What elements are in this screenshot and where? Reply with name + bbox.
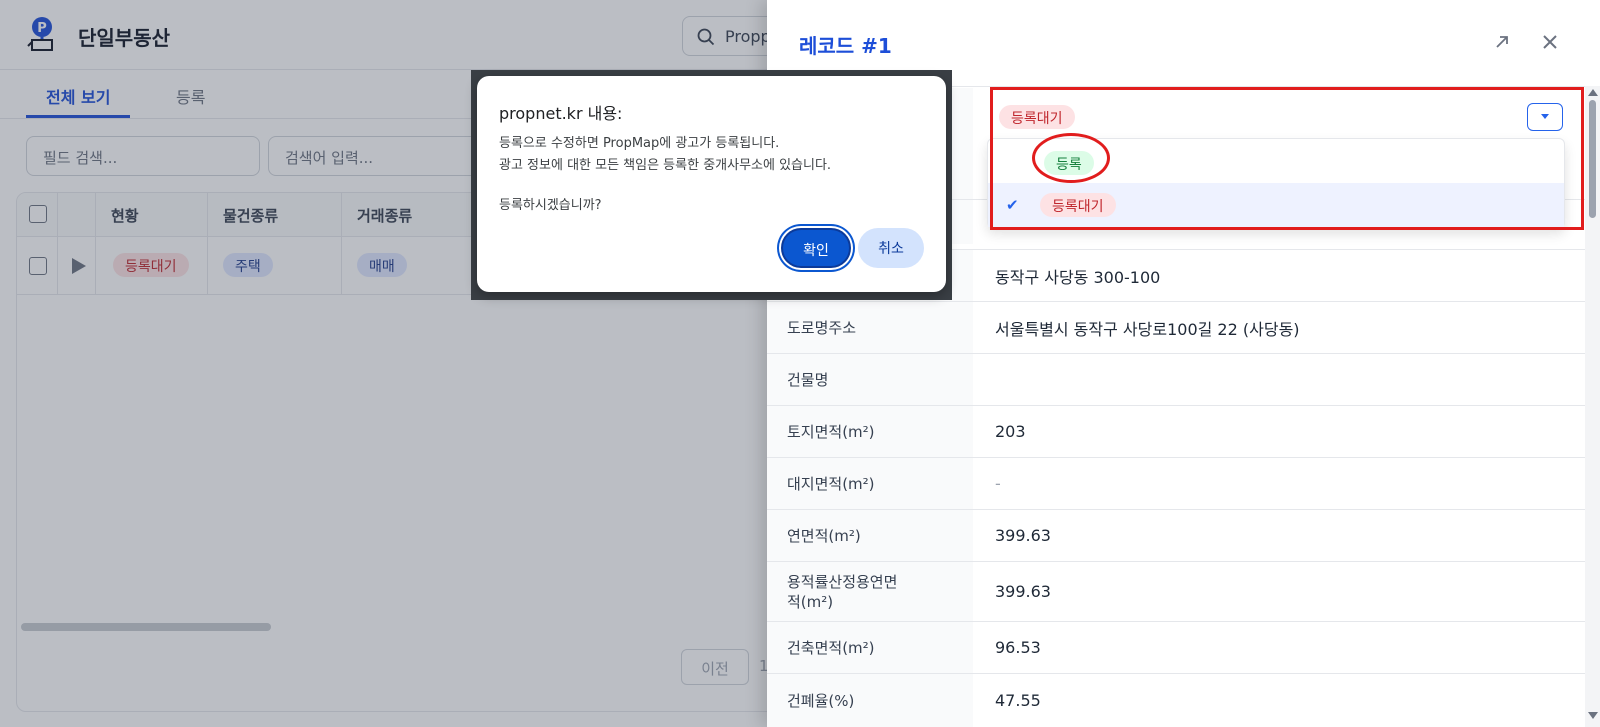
field-row-far-floor-area: 용적률산정용연면 적(m²) 399.63: [767, 562, 1585, 622]
scroll-down-icon[interactable]: [1588, 712, 1598, 719]
field-value[interactable]: 서울특별시 동작구 사당로100길 22 (사당동): [995, 302, 1300, 353]
field-label: 도로명주소: [767, 302, 973, 353]
field-label: 용적률산정용연면 적(m²): [767, 562, 973, 621]
field-row-building-name: 건물명: [767, 354, 1585, 406]
vertical-scrollbar-thumb[interactable]: [1589, 100, 1596, 218]
confirm-cancel-button[interactable]: 취소: [858, 228, 924, 268]
field-label: 건물명: [767, 354, 973, 405]
field-label: 연면적(m²): [767, 510, 973, 561]
close-icon[interactable]: [1540, 32, 1560, 52]
dialog-message-line: 등록하시겠습니까?: [499, 198, 602, 213]
annotation-highlight-ellipse: [1032, 133, 1110, 183]
field-row-total-floor-area: 연면적(m²) 399.63: [767, 510, 1585, 562]
field-value[interactable]: 동작구 사당동 300-100: [995, 250, 1160, 301]
confirm-dialog: propnet.kr 내용: 등록으로 수정하면 PropMap에 광고가 등록…: [477, 76, 946, 292]
field-label: 대지면적(m²): [767, 458, 973, 509]
dialog-message-line: 등록으로 수정하면 PropMap에 광고가 등록됩니다.: [499, 136, 780, 151]
field-row-building-area: 건축면적(m²) 96.53: [767, 622, 1585, 674]
dialog-message-line: 광고 정보에 대한 모든 책임은 등록한 중개사무소에 있습니다.: [499, 158, 832, 173]
field-label: 건축면적(m²): [767, 622, 973, 673]
field-row-road-address: 도로명주소 서울특별시 동작구 사당로100길 22 (사당동): [767, 302, 1585, 354]
field-label: 건폐율(%): [767, 674, 973, 727]
field-row-land-area: 토지면적(m²) 203: [767, 406, 1585, 458]
field-row-site-area: 대지면적(m²) -: [767, 458, 1585, 510]
field-row-coverage-ratio: 건폐율(%) 47.55: [767, 674, 1585, 727]
field-value[interactable]: 399.63: [995, 510, 1051, 561]
field-value[interactable]: 47.55: [995, 674, 1041, 727]
confirm-ok-button[interactable]: 확인: [781, 228, 851, 268]
field-value[interactable]: 399.63: [995, 562, 1051, 621]
open-external-icon[interactable]: [1492, 32, 1512, 52]
panel-title: 레코드 #1: [799, 34, 892, 58]
field-value[interactable]: -: [995, 458, 1001, 509]
field-value[interactable]: 96.53: [995, 622, 1041, 673]
dialog-title: propnet.kr 내용:: [499, 104, 623, 123]
field-value[interactable]: 203: [995, 406, 1026, 457]
field-label: 토지면적(m²): [767, 406, 973, 457]
scroll-up-icon[interactable]: [1588, 89, 1598, 96]
